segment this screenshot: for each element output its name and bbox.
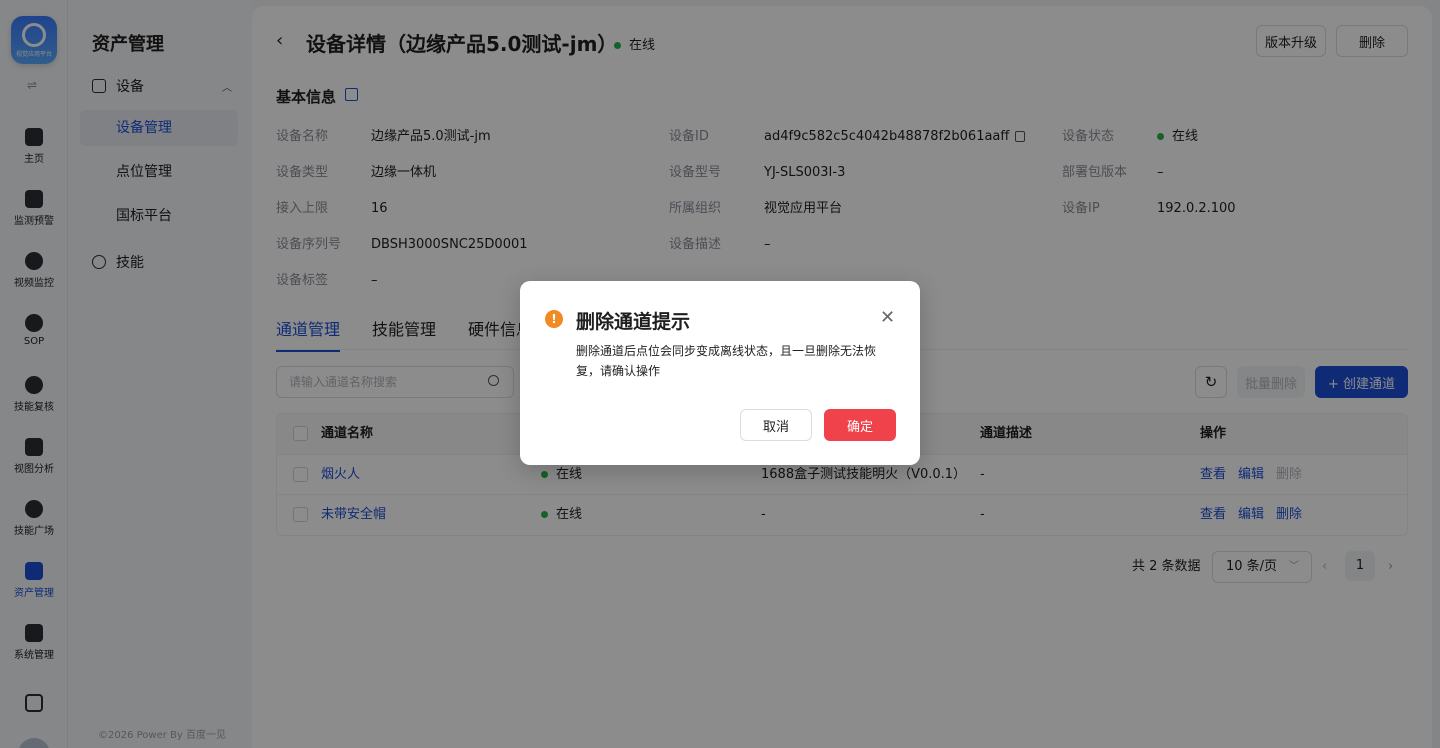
confirm-button[interactable]: 确定: [824, 409, 896, 441]
dialog-title: 删除通道提示: [576, 311, 691, 333]
warning-icon: !: [545, 310, 563, 328]
delete-channel-dialog: ! 删除通道提示 ✕ 删除通道后点位会同步变成离线状态，且一旦删除无法恢复，请确…: [520, 281, 920, 465]
dialog-message: 删除通道后点位会同步变成离线状态，且一旦删除无法恢复，请确认操作: [576, 344, 877, 378]
close-icon[interactable]: ✕: [880, 307, 895, 328]
cancel-button[interactable]: 取消: [740, 409, 812, 441]
